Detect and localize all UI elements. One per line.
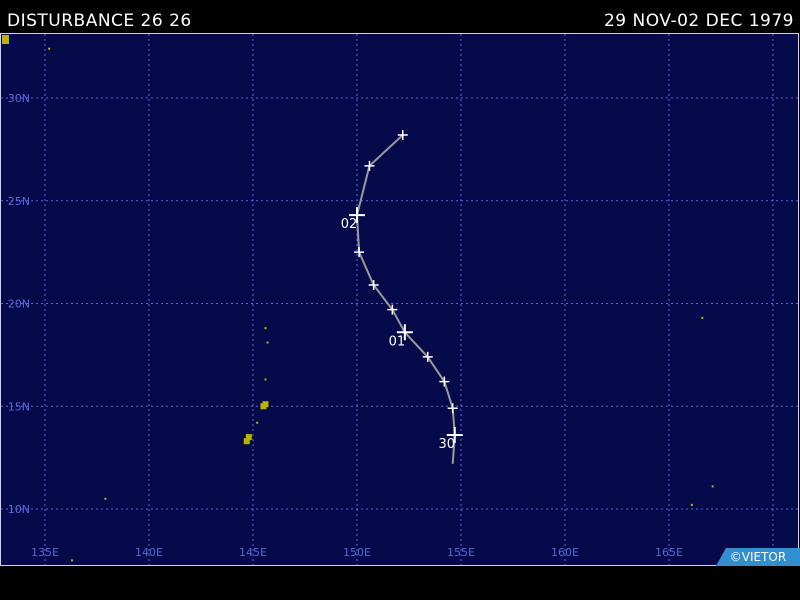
track-line [356,134,456,464]
island-shape [264,378,267,381]
six-hour-marker [354,247,365,258]
latitude-label: 15N [8,400,30,413]
land-layer [2,35,714,562]
latitude-label: 25N [8,195,30,208]
longitude-label: 150E [343,546,371,559]
day-label: 01 [389,334,406,349]
six-hour-marker [447,403,458,414]
latitude-label: 30N [8,92,30,105]
longitude-label: 155E [447,546,475,559]
storm-track: 30 01 02 [341,129,463,464]
longitude-label: 140E [135,546,163,559]
island-shape [243,438,250,445]
latitude-label: 20N [8,298,30,311]
day-label: 30 [438,437,455,452]
island-shape [701,316,704,319]
day-label: 02 [341,217,358,232]
island-shape [260,403,267,410]
island-shape [48,47,51,50]
latitude-label: 10N [8,503,30,516]
longitude-label: 145E [239,546,267,559]
longitude-label: 160E [551,546,579,559]
island-shape [711,485,714,488]
graticule [1,34,798,565]
island-shape [256,421,259,424]
island-shape [264,327,267,330]
bottom-bar [0,566,800,600]
axis-labels: 135E140E145E150E155E160E165E170E10N15N20… [8,92,787,559]
longitude-label: 135E [31,546,59,559]
island-shape [2,35,9,44]
island-shape [71,559,74,562]
island-shape [104,497,107,500]
track-map: 300102 135E140E145E150E155E160E165E170E1… [1,34,798,565]
island-shape [690,503,693,506]
longitude-label: 165E [655,546,683,559]
island-shape [266,341,269,344]
copyright-badge: ©VIETOR [716,548,800,566]
